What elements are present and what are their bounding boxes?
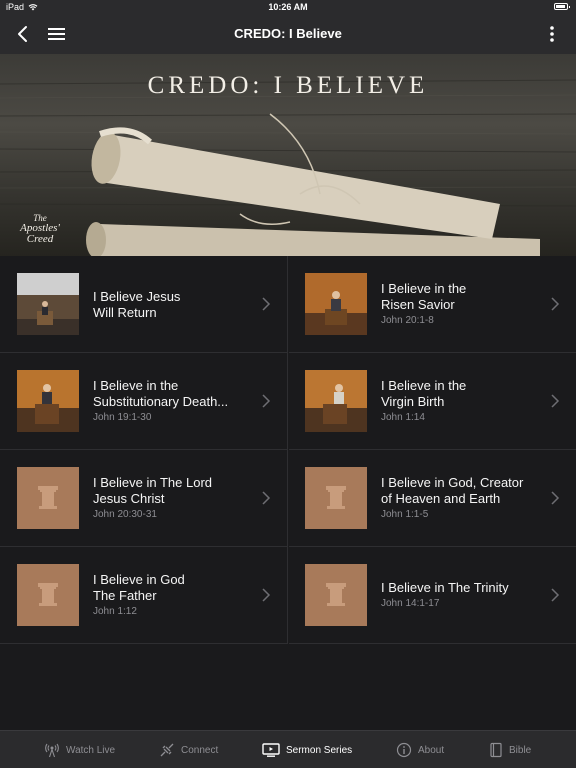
sermon-thumbnail [17,370,79,432]
tab-bar: Watch Live Connect Sermon Series About B… [0,730,576,768]
battery-icon [554,3,570,10]
page-title: CREDO: I Believe [234,26,342,41]
chevron-right-icon [262,491,271,505]
sermon-thumbnail [305,273,367,335]
banner-title: CREDO: I BELIEVE [147,72,429,99]
sermon-title: I Believe Jesus [93,288,181,304]
chevron-right-icon [262,394,271,408]
tab-label: Watch Live [66,744,116,756]
sermon-title: Substitutionary Death... [93,394,229,409]
tab-connect[interactable]: Connect [159,731,218,768]
tab-watch-live[interactable]: Watch Live [44,731,115,768]
sermon-title: Jesus Christ [93,491,165,506]
book-icon [490,742,502,758]
pillar-placeholder-icon [17,564,79,626]
sermon-title: Virgin Birth [381,394,445,409]
sermon-cell[interactable]: I Believe in the Virgin Birth John 1:14 [289,353,576,450]
scripture-reference: John 14:1-17 [381,598,440,609]
tv-icon [262,743,280,757]
nav-bar: CREDO: I Believe [0,14,576,54]
connect-icon [160,743,174,757]
sermon-cell[interactable]: I Believe in God, Creator of Heaven and … [289,450,576,547]
logo-line: Creed [26,233,54,245]
sermon-cell[interactable]: I Believe in The Lord Jesus Christ John … [0,450,288,547]
hamburger-menu-icon[interactable] [46,24,68,44]
chevron-right-icon [551,394,560,408]
sermon-cell[interactable]: I Believe in God The Father John 1:12 [0,547,288,644]
sermon-text: I Believe in the Risen Savior John 20:1-… [381,256,549,353]
sermon-title: I Believe in God [93,572,185,587]
chevron-right-icon [551,297,560,311]
sermon-thumbnail [305,370,367,432]
sermon-title: I Believe in God, Creator [381,475,524,490]
sermon-text: I Believe in The Lord Jesus Christ John … [93,450,253,547]
scripture-reference: John 20:1-8 [381,315,434,326]
pillar-placeholder-icon [305,564,367,626]
sermon-text: I Believe in God, Creator of Heaven and … [381,450,549,547]
series-banner: CREDO: I BELIEVE The Apostles' Creed [0,54,576,256]
tab-about[interactable]: About [396,731,444,768]
sermon-text: I Believe in the Substitutionary Death..… [93,353,263,450]
chevron-right-icon [262,588,271,602]
sermon-title: Risen Savior [381,297,455,312]
sermon-text: I Believe in God The Father John 1:12 [93,547,253,644]
sermon-cell[interactable]: I Believe in the Substitutionary Death..… [0,353,288,450]
sermon-title: I Believe in the [381,378,467,393]
sermon-text: I Believe in the Virgin Birth John 1:14 [381,353,549,450]
tab-label: Sermon Series [286,744,353,756]
back-arrow-icon[interactable] [14,24,34,44]
sermon-title: I Believe in the [381,281,467,296]
info-icon [396,742,412,758]
scripture-reference: John 20:30-31 [93,509,157,520]
sermon-title: The Father [93,588,157,603]
sermon-thumbnail [17,273,79,335]
tab-sermon-series[interactable]: Sermon Series [262,731,352,768]
tab-label: Bible [509,744,532,756]
chevron-right-icon [262,297,271,311]
tab-label: Connect [181,744,219,756]
sermon-title: Will Return [93,304,157,320]
scripture-reference: John 1:12 [93,606,137,617]
status-bar: iPad 10:26 AM [0,0,576,14]
sermon-cell[interactable]: I Believe Jesus Will Return [0,256,288,353]
more-options-icon[interactable] [542,24,562,44]
status-time: 10:26 AM [268,2,308,12]
apostles-creed-logo: The Apostles' Creed [18,214,62,245]
sermon-cell[interactable]: I Believe in the Risen Savior John 20:1-… [289,256,576,353]
tab-label: About [418,744,445,756]
pillar-placeholder-icon [17,467,79,529]
sermon-cell[interactable]: I Believe in The Trinity John 14:1-17 [289,547,576,644]
sermon-title: I Believe in The Lord [93,475,212,490]
scripture-reference: John 1:14 [381,412,425,423]
chevron-right-icon [551,588,560,602]
sermon-title: I Believe in The Trinity [381,580,509,595]
sermon-text: I Believe in The Trinity John 14:1-17 [381,547,549,644]
broadcast-icon [45,743,59,758]
scripture-reference: John 1:1-5 [381,509,429,520]
sermon-title: I Believe in the [93,378,179,393]
sermon-title: of Heaven and Earth [381,491,501,506]
chevron-right-icon [551,491,560,505]
tab-bible[interactable]: Bible [489,731,531,768]
sermon-text: I Believe Jesus Will Return [93,256,253,353]
sermon-grid: I Believe Jesus Will Return I Believe in… [0,256,576,644]
scripture-reference: John 19:1-30 [93,412,152,423]
pillar-placeholder-icon [305,467,367,529]
